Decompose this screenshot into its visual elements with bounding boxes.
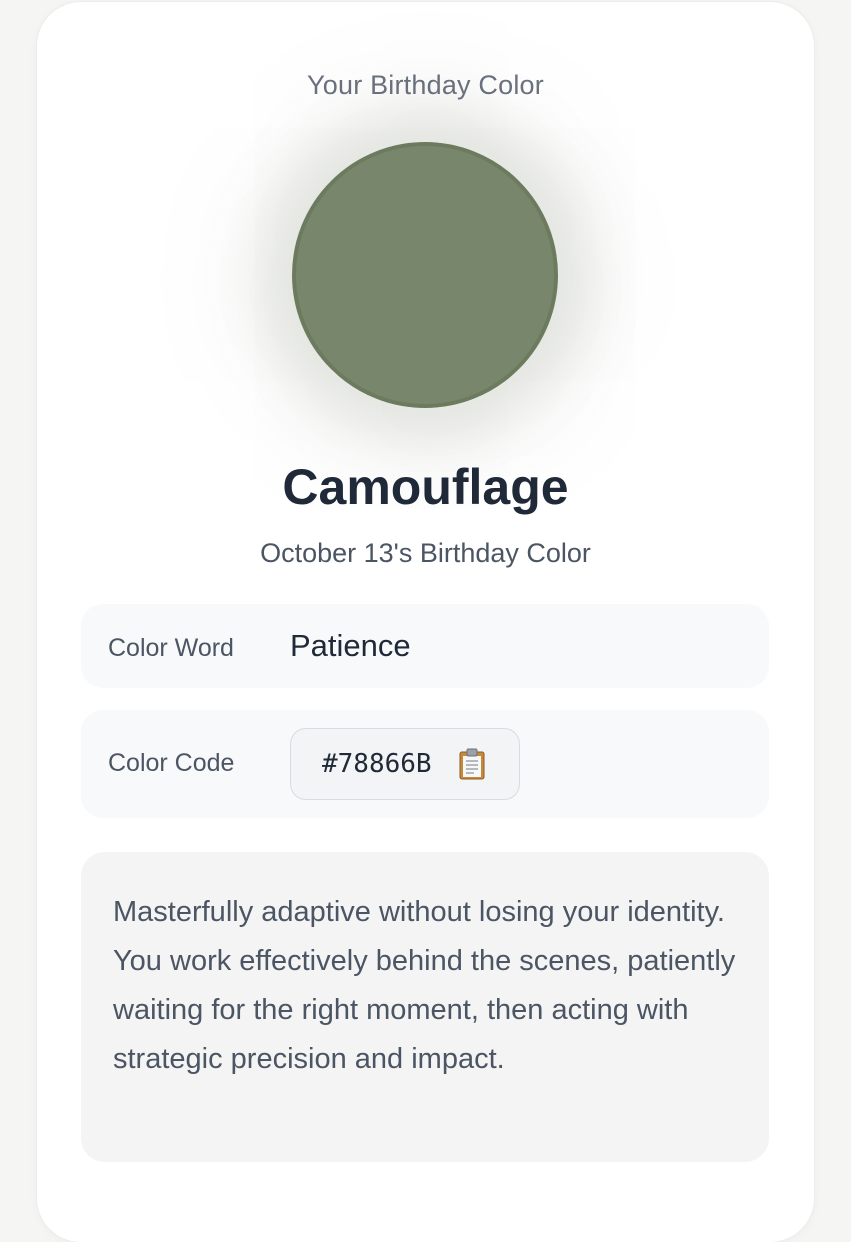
card-eyebrow-title: Your Birthday Color [307,70,544,100]
birthday-date-subtitle: October 13's Birthday Color [260,538,591,568]
color-word-row: Color Word Patience [81,604,769,688]
color-word-label: Color Word [108,634,234,662]
birthday-color-card: Your Birthday Color Camouflage October 1… [37,2,814,1242]
color-code-label: Color Code [108,749,235,777]
color-name-heading: Camouflage [282,459,569,515]
color-code-value: #78866B [322,749,432,779]
clipboard-icon [459,748,485,780]
color-code-row: Color Code #78866B [81,710,769,818]
color-swatch-circle [292,142,558,408]
color-description-text: Masterfully adaptive without losing your… [113,896,736,1075]
color-word-value: Patience [290,628,411,663]
color-description-box: Masterfully adaptive without losing your… [81,852,769,1162]
copy-color-code-button[interactable]: #78866B [290,728,520,800]
